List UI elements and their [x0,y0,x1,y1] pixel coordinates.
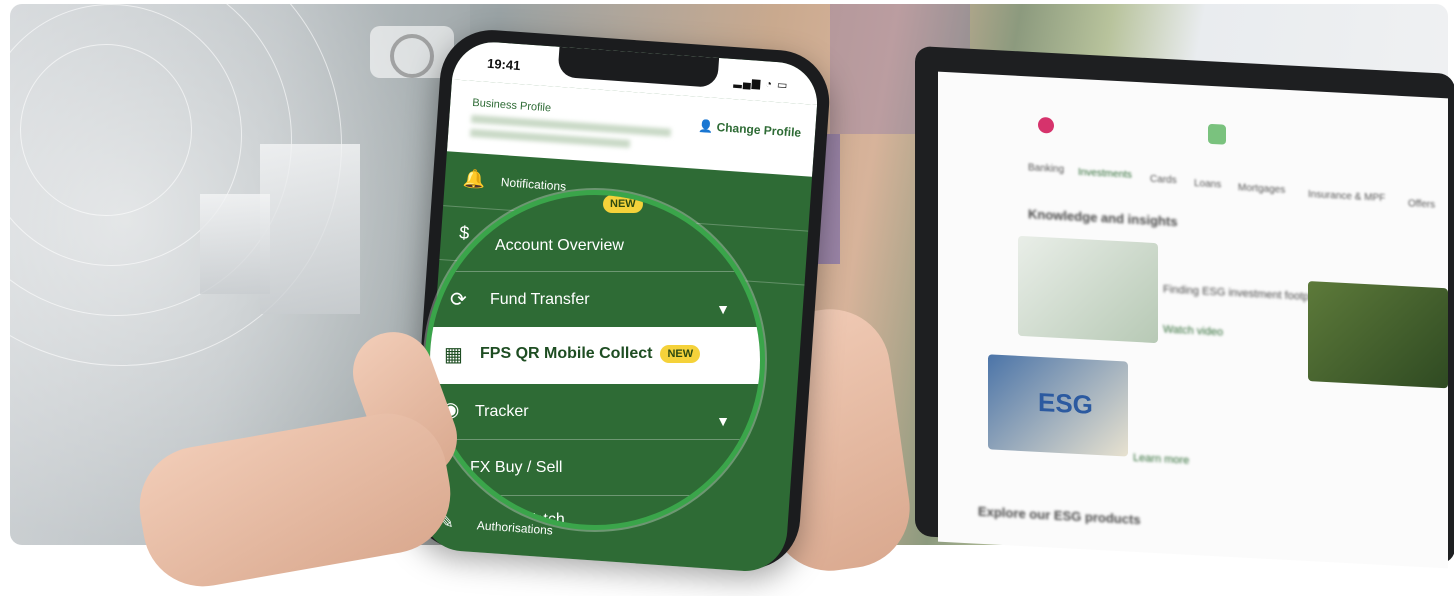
laptop-tab: Insurance & MPF [1308,189,1386,205]
menu-label: Account Overview [495,237,624,254]
laptop-tab: Offers [1408,198,1436,211]
menu-item-fund-transfer[interactable]: ⟳ Fund Transfer ▼ [430,271,760,328]
bottom-title: Explore our ESG products [978,503,1141,528]
menu-label: FX Buy / Sell [470,459,563,476]
user-icon: 👤 [697,118,718,134]
fps-qr-label: FPS QR Mobile Collect [480,345,653,363]
laptop-tab: Loans [1194,178,1222,191]
menu-label: FPS QR Mobile Collect NEW [480,345,701,363]
laptop-tab: Banking [1028,162,1065,176]
chevron-down-icon: ▼ [716,413,730,429]
chevron-down-icon: ▼ [716,301,730,317]
building-icon [200,194,270,294]
search-icon: ⌕ [450,505,462,527]
change-profile-button[interactable]: 👤 Change Profile [698,119,802,140]
laptop-screen: Banking Investments Cards Loans Mortgage… [938,71,1448,569]
status-time: 19:41 [486,55,521,74]
plant-image [1308,281,1448,389]
bank-logo [1038,116,1054,134]
card-link-2: Learn more [1133,451,1190,467]
change-profile-label: Change Profile [716,119,802,140]
menu-label: Notifications [500,175,567,194]
transfer-icon: ⟳ [450,289,467,311]
qr-icon: ▦ [444,344,463,366]
bell-icon: 🔔 [462,168,487,190]
partial-new-badge: NEW [603,195,643,213]
building-icon [260,144,360,314]
menu-item-fx[interactable]: FX Buy / Sell [430,439,760,496]
card-title-2: ESG [1038,386,1093,420]
card-title: Finding ESG investment footprint [1163,283,1325,304]
laptop-tab: Cards [1150,173,1177,187]
esg-card-image [1018,235,1158,344]
menu-label: Tracker [475,403,529,420]
business-profile-label: Business Profile [471,96,552,115]
menu-item-fps-qr[interactable]: ▦ FPS QR Mobile Collect NEW [430,327,760,384]
laptop-tab: Investments [1078,166,1132,181]
signal-icon: ▂▄▆ ◔ ▭ [733,76,789,92]
section-title: Knowledge and insights [1028,206,1178,230]
menu-item-watch[interactable]: ⌕ Watch ▼ [430,495,760,527]
menu-item-account-overview[interactable]: Account Overview [430,215,760,272]
menu-item-tracker[interactable]: ◉ Tracker ▼ [430,383,760,440]
magnifier-lens: Account Overview ⟳ Fund Transfer ▼ ▦ FPS… [425,190,765,530]
new-badge: NEW [660,345,701,363]
brand-mark [1208,123,1226,145]
camera-lens [390,34,434,78]
card-link: Watch video [1163,323,1224,339]
menu-label: Fund Transfer [490,291,590,308]
phone-notch [557,46,720,88]
laptop-tab: Mortgages [1238,182,1286,196]
